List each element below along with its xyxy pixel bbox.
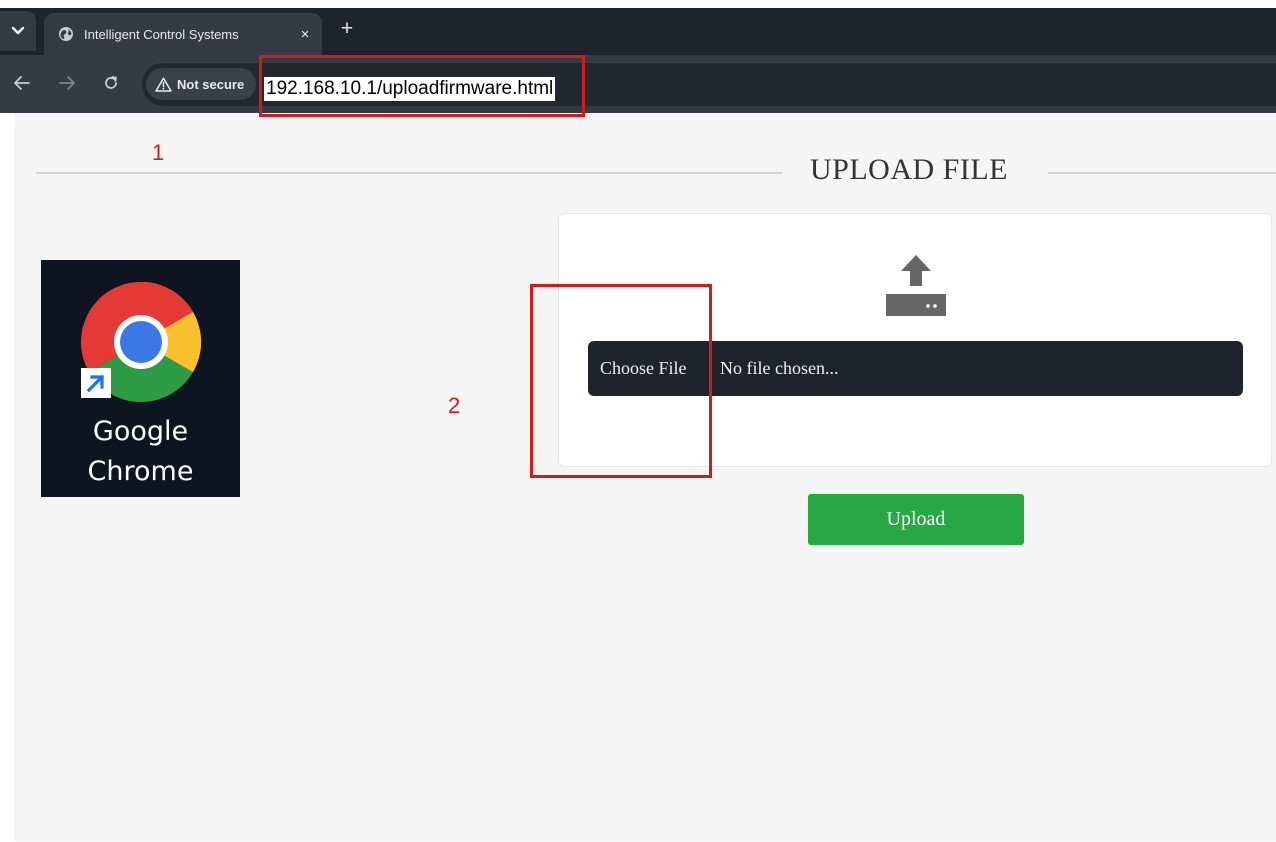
- page-title: UPLOAD FILE: [810, 153, 1008, 186]
- shortcut-label-line2: Chrome: [87, 456, 194, 487]
- shortcut-label-line1: Google: [92, 416, 189, 447]
- tab-search-button[interactable]: [0, 11, 36, 51]
- warning-icon: [155, 76, 173, 92]
- arrow-right-icon: [59, 76, 75, 90]
- tab-title: Intelligent Control Systems: [84, 26, 239, 42]
- annotation-label-1: 1: [152, 140, 165, 165]
- globe-icon: [58, 26, 74, 42]
- arrow-left-icon: [14, 76, 30, 90]
- chevron-down-icon: [11, 26, 25, 35]
- new-tab-button[interactable]: +: [334, 14, 360, 44]
- title-divider-right: [1048, 172, 1276, 174]
- reload-icon: [105, 76, 117, 89]
- reload-button[interactable]: [99, 69, 123, 97]
- file-status-text: No file chosen...: [720, 358, 839, 378]
- security-label: Not secure: [177, 76, 245, 92]
- tab-close-button[interactable]: ×: [294, 23, 316, 45]
- shortcut-label: Google Chrome: [41, 412, 240, 492]
- browser-tab[interactable]: Intelligent Control Systems ×: [44, 13, 322, 55]
- chrome-desktop-shortcut[interactable]: Google Chrome: [41, 260, 240, 497]
- browser-chrome: Intelligent Control Systems × + Not secu…: [0, 0, 1276, 113]
- shortcut-arrow-icon: [81, 368, 111, 398]
- security-indicator[interactable]: Not secure: [146, 68, 256, 100]
- upload-button[interactable]: Upload: [808, 494, 1024, 545]
- forward-button[interactable]: [55, 69, 79, 97]
- annotation-box-choose-file: [530, 284, 712, 478]
- annotation-label-2: 2: [448, 393, 461, 418]
- annotation-box-address: [259, 55, 585, 117]
- upload-icon: [885, 254, 947, 318]
- title-divider-left: [36, 172, 782, 174]
- back-button[interactable]: [10, 69, 34, 97]
